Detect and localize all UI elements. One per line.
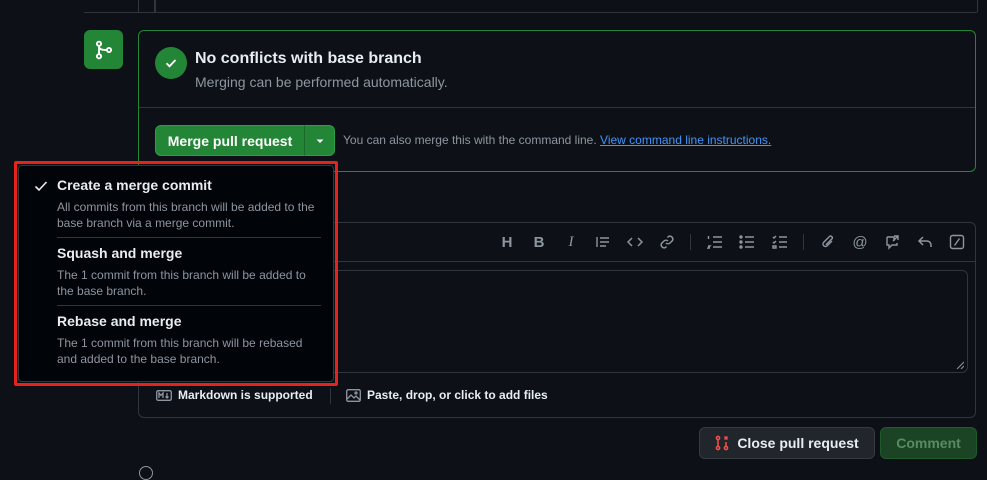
task-list-icon[interactable] <box>771 233 789 251</box>
annotation-highlight-box <box>14 161 338 386</box>
italic-icon[interactable]: I <box>562 233 580 251</box>
add-files-label: Paste, drop, or click to add files <box>367 388 548 402</box>
merge-pull-request-button[interactable]: Merge pull request <box>155 125 305 156</box>
timeline-next-icon <box>139 466 153 480</box>
markdown-note-label: Markdown is supported <box>178 388 313 402</box>
quote-icon[interactable] <box>594 233 612 251</box>
timeline-divider <box>84 12 977 13</box>
close-pull-request-label: Close pull request <box>737 435 859 451</box>
close-pull-request-button[interactable]: Close pull request <box>699 427 875 459</box>
bold-icon[interactable]: B <box>530 233 548 251</box>
previous-timeline-box <box>138 0 978 12</box>
heading-icon[interactable]: H <box>498 233 516 251</box>
attach-icon[interactable] <box>819 233 837 251</box>
markdown-supported-note[interactable]: Markdown is supported <box>156 388 313 402</box>
git-merge-icon <box>95 40 112 59</box>
toolbar-separator <box>803 234 804 250</box>
toolbar-separator <box>690 234 691 250</box>
timeline-rail <box>154 0 156 12</box>
image-icon <box>346 388 361 402</box>
unordered-list-icon[interactable] <box>738 233 756 251</box>
slash-command-icon[interactable] <box>948 233 966 251</box>
merge-method-dropdown-button[interactable] <box>304 125 335 156</box>
comment-button[interactable]: Comment <box>880 427 977 459</box>
numbered-list-icon[interactable] <box>706 233 724 251</box>
markdown-icon <box>156 389 172 401</box>
merge-status-subtitle: Merging can be performed automatically. <box>195 74 448 90</box>
reference-icon[interactable] <box>883 233 901 251</box>
cli-hint: You can also merge this with the command… <box>343 133 771 147</box>
pull-request-closed-icon <box>715 435 729 451</box>
merge-status-title: No conflicts with base branch <box>195 50 422 67</box>
mention-icon[interactable]: @ <box>851 233 869 251</box>
merge-box-divider <box>139 107 975 108</box>
resize-grip-icon[interactable] <box>956 361 964 369</box>
footer-separator <box>330 388 331 404</box>
merge-badge <box>84 30 123 69</box>
check-circle-icon <box>155 47 187 79</box>
caret-down-icon <box>316 139 323 143</box>
link-icon[interactable] <box>658 233 676 251</box>
code-icon[interactable] <box>626 233 644 251</box>
add-files-button[interactable]: Paste, drop, or click to add files <box>346 388 548 402</box>
cli-hint-text: You can also merge this with the command… <box>343 133 597 147</box>
reply-icon[interactable] <box>916 233 934 251</box>
cli-instructions-link[interactable]: View command line instructions. <box>600 133 771 147</box>
